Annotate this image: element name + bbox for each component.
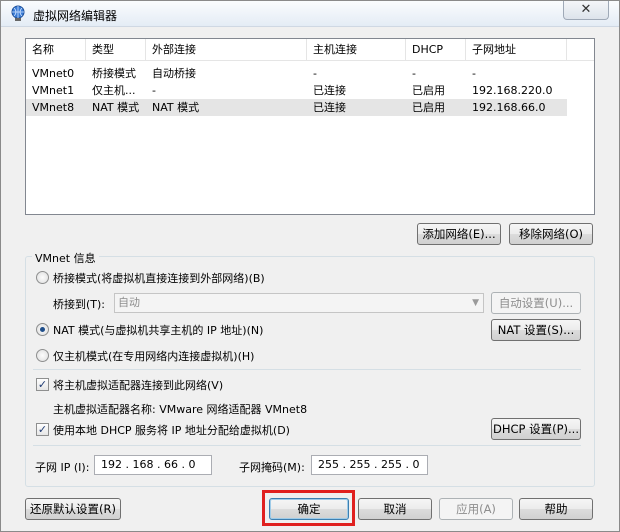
cell-external: - xyxy=(152,84,156,97)
cell-type: NAT 模式 xyxy=(92,101,140,114)
cell-external: 自动桥接 xyxy=(152,67,196,80)
network-globe-icon xyxy=(11,5,25,21)
cell-subnet: 192.168.220.0 xyxy=(472,84,553,97)
column-header-name[interactable]: 名称 xyxy=(26,39,86,61)
subnet-ip-label: 子网 IP (I): xyxy=(35,461,90,474)
cancel-button[interactable]: 取消 xyxy=(358,498,432,520)
window-title: 虚拟网络编辑器 xyxy=(33,9,118,23)
bridged-mode-label[interactable]: 桥接模式(将虚拟机直接连接到外部网络)(B) xyxy=(53,270,265,286)
cell-dhcp: 已启用 xyxy=(412,101,445,114)
cell-host: 已连接 xyxy=(313,84,346,97)
close-icon: ✕ xyxy=(580,2,592,17)
add-network-button[interactable]: 添加网络(E)... xyxy=(417,223,501,245)
cell-dhcp: - xyxy=(412,67,416,80)
table-row[interactable]: VMnet1 仅主机... - 已连接 已启用 192.168.220.0 xyxy=(26,82,567,99)
cell-type: 仅主机... xyxy=(92,84,136,97)
cell-type: 桥接模式 xyxy=(92,67,136,80)
subnet-ip-field[interactable]: 192 . 168 . 66 . 0 xyxy=(94,455,212,475)
host-only-mode-label[interactable]: 仅主机模式(在专用网络内连接虚拟机)(H) xyxy=(53,348,254,364)
connect-adapter-checkbox[interactable]: ✓ xyxy=(36,378,49,391)
chevron-down-icon: ▼ xyxy=(472,298,479,308)
network-list-header: 名称 类型 外部连接 主机连接 DHCP 子网地址 xyxy=(26,39,594,61)
cell-name: VMnet0 xyxy=(32,67,75,80)
cell-subnet: - xyxy=(472,67,476,80)
auto-settings-button[interactable]: 自动设置(U)... xyxy=(491,292,581,314)
adapter-name-label: 主机虚拟适配器名称: VMware 网络适配器 VMnet8 xyxy=(53,403,308,416)
nat-mode-radio[interactable] xyxy=(36,323,49,336)
apply-button[interactable]: 应用(A) xyxy=(439,498,513,520)
cell-subnet: 192.168.66.0 xyxy=(472,101,546,114)
divider xyxy=(33,369,581,370)
table-row-selected[interactable]: VMnet8 NAT 模式 NAT 模式 已连接 已启用 192.168.66.… xyxy=(26,99,567,116)
remove-network-button[interactable]: 移除网络(O) xyxy=(509,223,593,245)
column-header-host[interactable]: 主机连接 xyxy=(307,39,406,61)
table-row[interactable]: VMnet0 桥接模式 自动桥接 - - - xyxy=(26,65,567,82)
virtual-network-editor-window: 虚拟网络编辑器 ✕ 名称 类型 外部连接 主机连接 DHCP 子网地址 VMne… xyxy=(0,0,620,532)
subnet-mask-field[interactable]: 255 . 255 . 255 . 0 xyxy=(311,455,428,475)
vmnet-info-title: VMnet 信息 xyxy=(32,250,99,266)
cell-host: 已连接 xyxy=(313,101,346,114)
nat-mode-label[interactable]: NAT 模式(与虚拟机共享主机的 IP 地址)(N) xyxy=(53,322,263,338)
nat-settings-button[interactable]: NAT 设置(S)... xyxy=(491,319,581,341)
network-list[interactable]: 名称 类型 外部连接 主机连接 DHCP 子网地址 VMnet0 桥接模式 自动… xyxy=(25,38,595,215)
help-button[interactable]: 帮助 xyxy=(519,498,593,520)
use-dhcp-label[interactable]: 使用本地 DHCP 服务将 IP 地址分配给虚拟机(D) xyxy=(53,422,290,438)
close-button[interactable]: ✕ xyxy=(563,1,609,20)
column-header-subnet[interactable]: 子网地址 xyxy=(466,39,567,61)
subnet-mask-label: 子网掩码(M): xyxy=(239,461,305,474)
restore-defaults-button[interactable]: 还原默认设置(R) xyxy=(25,498,121,520)
cell-dhcp: 已启用 xyxy=(412,84,445,97)
host-only-mode-radio[interactable] xyxy=(36,349,49,362)
use-dhcp-checkbox[interactable]: ✓ xyxy=(36,423,49,436)
cell-name: VMnet1 xyxy=(32,84,75,97)
column-header-external[interactable]: 外部连接 xyxy=(146,39,307,61)
cell-name: VMnet8 xyxy=(32,101,75,114)
bridged-to-value: 自动 xyxy=(118,296,140,309)
bridged-mode-radio[interactable] xyxy=(36,271,49,284)
dhcp-settings-button[interactable]: DHCP 设置(P)... xyxy=(491,418,581,440)
connect-adapter-label[interactable]: 将主机虚拟适配器连接到此网络(V) xyxy=(53,377,223,393)
bridged-to-label: 桥接到(T): xyxy=(53,298,106,311)
bridged-to-select[interactable]: 自动 ▼ xyxy=(114,293,484,313)
cell-host: - xyxy=(313,67,317,80)
column-header-type[interactable]: 类型 xyxy=(86,39,146,61)
title-bar[interactable]: 虚拟网络编辑器 ✕ xyxy=(1,1,619,27)
column-header-dhcp[interactable]: DHCP xyxy=(406,39,466,61)
ok-highlight-box xyxy=(262,490,355,526)
cell-external: NAT 模式 xyxy=(152,101,200,114)
divider xyxy=(33,445,581,446)
vmnet-info-group xyxy=(25,256,595,487)
